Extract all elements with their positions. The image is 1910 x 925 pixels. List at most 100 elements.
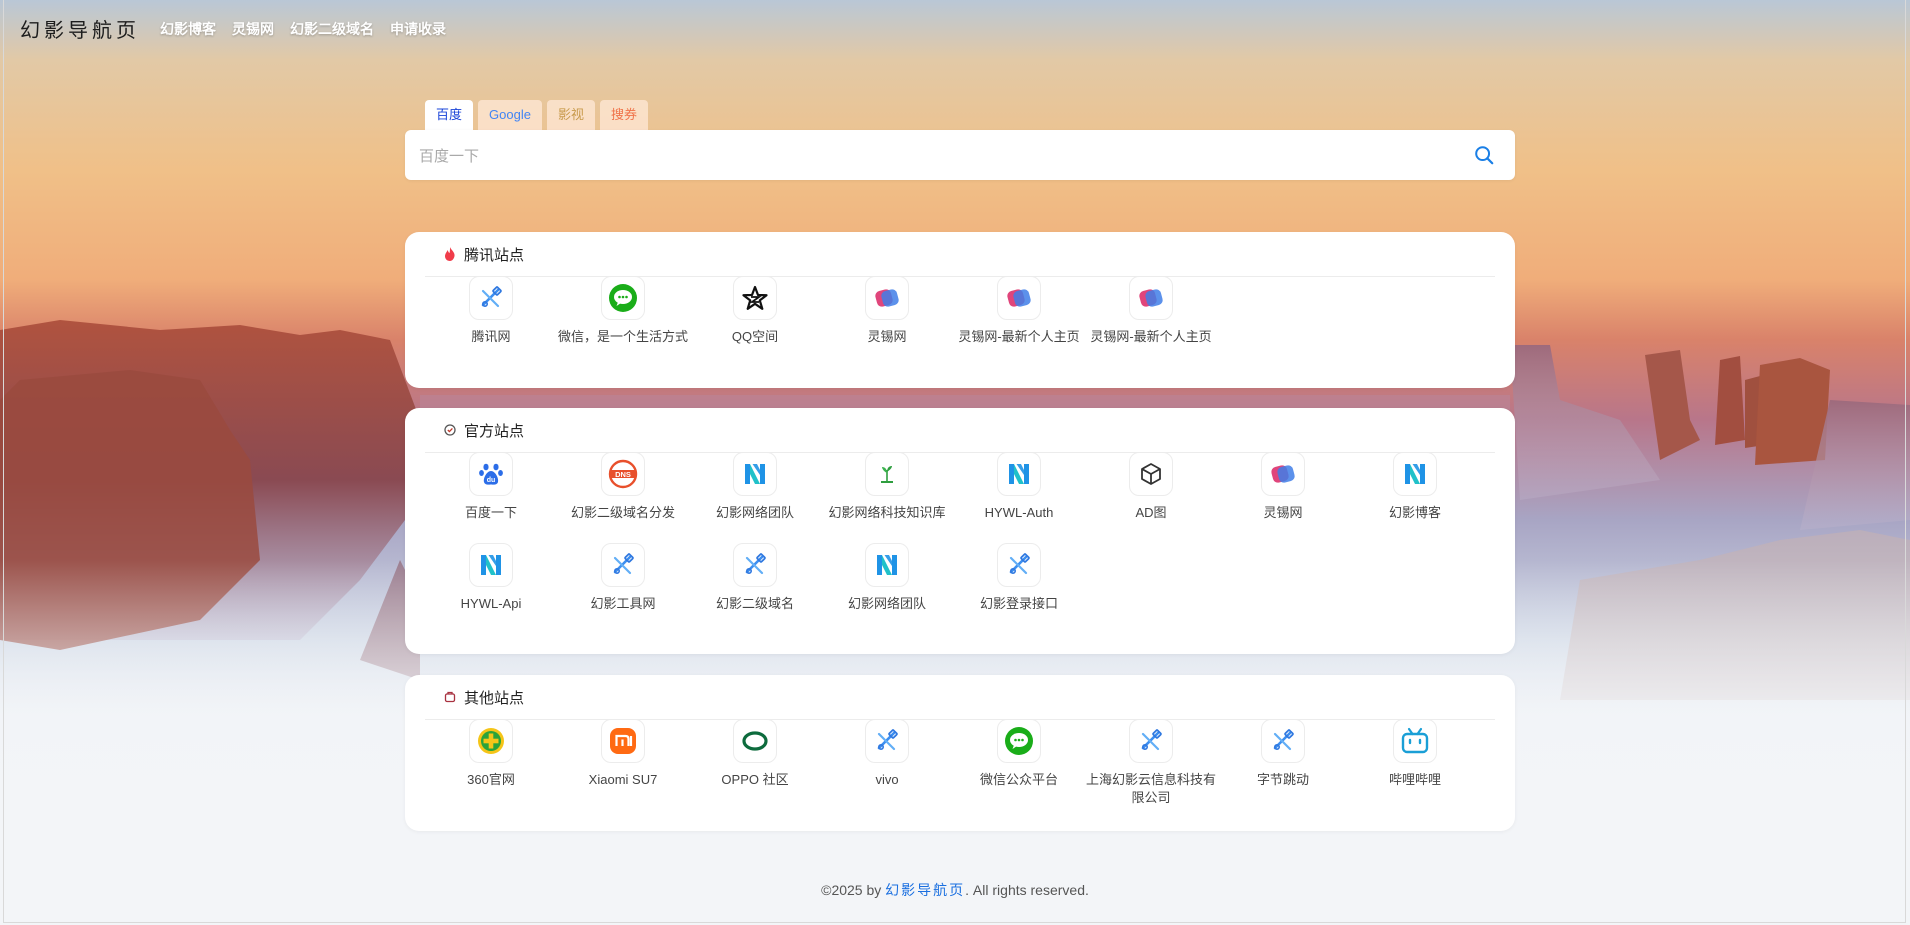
site-link[interactable]: 字节跳动 bbox=[1217, 719, 1349, 807]
hywl-icon bbox=[1393, 452, 1437, 496]
site-link[interactable]: 灵锡网 bbox=[821, 276, 953, 364]
site-link-label: 幻影网络团队 bbox=[847, 596, 926, 611]
qzone-star-icon bbox=[733, 276, 777, 320]
site-link-label: 幻影博客 bbox=[1388, 505, 1441, 520]
search-icon[interactable] bbox=[1473, 144, 1495, 166]
oppo-icon bbox=[733, 719, 777, 763]
plant-icon bbox=[865, 452, 909, 496]
site-link[interactable]: 灵锡网-最新个人主页 bbox=[953, 276, 1085, 364]
site-link-label: 上海幻影云信息科技有限公司 bbox=[1085, 772, 1216, 805]
site-link[interactable]: AD图 bbox=[1085, 452, 1217, 540]
site-logo[interactable]: 幻影导航页 bbox=[20, 14, 140, 43]
footer-prefix: ©2025 by bbox=[821, 882, 886, 898]
site-link[interactable]: 哔哩哔哩 bbox=[1349, 719, 1481, 807]
site-link[interactable]: 灵锡网-最新个人主页 bbox=[1085, 276, 1217, 364]
site-link-label: 幻影登录接口 bbox=[979, 596, 1058, 611]
dns-icon: DNS bbox=[601, 452, 645, 496]
site-link-label: 灵锡网 bbox=[867, 329, 907, 344]
tool-icon bbox=[865, 719, 909, 763]
site-link-label: 360官网 bbox=[467, 772, 515, 787]
nav-link-subdomain[interactable]: 幻影二级域名 bbox=[290, 19, 374, 39]
lingxi-icon bbox=[997, 276, 1041, 320]
section-tencent: 腾讯站点 腾讯网 微信，是一个生活方式 QQ空间 灵锡网 灵锡网-最新个人主页 灵锡网-最… bbox=[405, 232, 1515, 388]
site-link-label: HYWL-Auth bbox=[984, 505, 1054, 520]
nav-link-blog[interactable]: 幻影博客 bbox=[160, 19, 216, 39]
site-link[interactable]: HYWL-Api bbox=[425, 543, 557, 631]
wechat-icon bbox=[997, 719, 1041, 763]
search-panel: 百度 Google 影视 搜券 bbox=[405, 100, 1515, 182]
tool-icon bbox=[1129, 719, 1173, 763]
svg-text:du: du bbox=[487, 477, 496, 484]
section-other: 其他站点 360官网 Xiaomi SU7 OPPO 社区 vivo 微信公众平台 上海幻… bbox=[405, 675, 1515, 831]
site-link[interactable]: 微信公众平台 bbox=[953, 719, 1085, 807]
site-link-label: 百度一下 bbox=[464, 505, 517, 520]
search-box bbox=[405, 130, 1515, 182]
footer-link[interactable]: 幻影导航页 bbox=[885, 882, 965, 898]
site-link-label: 字节跳动 bbox=[1256, 772, 1309, 787]
site-link[interactable]: 微信，是一个生活方式 bbox=[557, 276, 689, 364]
wechat-icon bbox=[601, 276, 645, 320]
site-link[interactable]: 腾讯网 bbox=[425, 276, 557, 364]
section-header: 其他站点 bbox=[425, 675, 1495, 720]
site-link[interactable]: OPPO 社区 bbox=[689, 719, 821, 807]
hywl-icon bbox=[997, 452, 1041, 496]
site-link[interactable]: 幻影网络团队 bbox=[821, 543, 953, 631]
site-link[interactable]: 幻影工具网 bbox=[557, 543, 689, 631]
bilibili-icon bbox=[1393, 719, 1437, 763]
tool-icon bbox=[601, 543, 645, 587]
site-link-label: 微信公众平台 bbox=[979, 772, 1058, 787]
360-icon bbox=[469, 719, 513, 763]
site-link[interactable]: QQ空间 bbox=[689, 276, 821, 364]
site-link[interactable]: 幻影登录接口 bbox=[953, 543, 1085, 631]
section-title: 官方站点 bbox=[464, 422, 525, 440]
section-official: 官方站点 du 百度一下 DNS 幻影二级域名分发 幻影网络团队 幻影网络科技知识库 HYW… bbox=[405, 408, 1515, 654]
site-link-label: 幻影工具网 bbox=[590, 596, 656, 611]
nav-link-apply[interactable]: 申请收录 bbox=[390, 19, 446, 39]
site-link[interactable]: 幻影网络科技知识库 bbox=[821, 452, 953, 540]
site-link[interactable]: 幻影网络团队 bbox=[689, 452, 821, 540]
site-link[interactable]: 灵锡网 bbox=[1217, 452, 1349, 540]
site-link[interactable]: du 百度一下 bbox=[425, 452, 557, 540]
site-link-label: 幻影二级域名分发 bbox=[570, 505, 675, 520]
hywl-icon bbox=[733, 452, 777, 496]
badge-icon bbox=[443, 423, 457, 437]
site-link-label: vivo bbox=[875, 772, 899, 787]
baidu-paw-icon: du bbox=[469, 452, 513, 496]
site-link-label: 微信，是一个生活方式 bbox=[557, 329, 688, 344]
xiaomi-icon bbox=[601, 719, 645, 763]
site-link[interactable]: DNS 幻影二级域名分发 bbox=[557, 452, 689, 540]
footer-suffix: . All rights reserved. bbox=[965, 882, 1089, 898]
site-link-label: Xiaomi SU7 bbox=[588, 772, 658, 787]
site-link[interactable]: HYWL-Auth bbox=[953, 452, 1085, 540]
flame-icon bbox=[443, 247, 457, 261]
hywl-icon bbox=[469, 543, 513, 587]
footer: ©2025 by 幻影导航页. All rights reserved. bbox=[0, 880, 1910, 900]
section-title: 腾讯站点 bbox=[464, 246, 525, 264]
site-link[interactable]: 幻影博客 bbox=[1349, 452, 1481, 540]
box-icon bbox=[443, 690, 457, 704]
tool-icon bbox=[469, 276, 513, 320]
site-link[interactable]: 上海幻影云信息科技有限公司 bbox=[1085, 719, 1217, 807]
site-link-label: 腾讯网 bbox=[471, 329, 511, 344]
tab-coupon[interactable]: 搜券 bbox=[599, 100, 648, 130]
site-link-label: 灵锡网-最新个人主页 bbox=[958, 329, 1080, 344]
site-link[interactable]: vivo bbox=[821, 719, 953, 807]
tab-video[interactable]: 影视 bbox=[546, 100, 595, 130]
site-link-label: AD图 bbox=[1135, 505, 1167, 520]
tool-icon bbox=[997, 543, 1041, 587]
site-link-label: 幻影网络团队 bbox=[715, 505, 794, 520]
site-link[interactable]: 幻影二级域名 bbox=[689, 543, 821, 631]
site-link[interactable]: 360官网 bbox=[425, 719, 557, 807]
lingxi-icon bbox=[1261, 452, 1305, 496]
site-link-label: QQ空间 bbox=[731, 329, 779, 344]
nav-link-lingxi[interactable]: 灵锡网 bbox=[232, 19, 274, 39]
cube-icon bbox=[1129, 452, 1173, 496]
hywl-icon bbox=[865, 543, 909, 587]
lingxi-icon bbox=[865, 276, 909, 320]
search-input[interactable] bbox=[417, 130, 1421, 182]
site-link[interactable]: Xiaomi SU7 bbox=[557, 719, 689, 807]
section-header: 官方站点 bbox=[425, 408, 1495, 453]
tab-baidu[interactable]: 百度 bbox=[425, 100, 474, 130]
tab-google[interactable]: Google bbox=[478, 100, 542, 130]
site-link-label: 幻影网络科技知识库 bbox=[828, 505, 946, 520]
